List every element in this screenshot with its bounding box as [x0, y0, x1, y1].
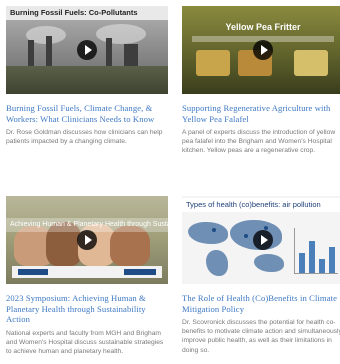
video-title-link[interactable]: Supporting Regenerative Agriculture with… [182, 103, 340, 124]
video-card[interactable]: Achieving Human & Planetary Health throu… [6, 196, 168, 356]
chart-bar [309, 241, 315, 273]
food-photo [196, 50, 230, 76]
thumbnail-caption: Yellow Pea Fritter [225, 22, 301, 32]
video-thumbnail[interactable]: Burning Fossil Fuels: Co-Pollutants [6, 6, 168, 94]
mini-bar-chart [294, 228, 338, 274]
play-icon[interactable] [77, 230, 97, 250]
video-description: Dr. Scovronick discusses the potential f… [182, 319, 340, 354]
map-region [254, 254, 284, 272]
video-description: National experts and faculty from MGH an… [6, 329, 164, 355]
video-thumbnail[interactable]: Achieving Human & Planetary Health throu… [6, 196, 168, 284]
video-description: Dr. Rose Goldman discusses how clinician… [6, 129, 163, 146]
video-thumbnail[interactable]: Types of health (co)benefits: air pollut… [182, 196, 340, 284]
video-card[interactable]: Yellow Pea Fritter Supporting Regenerati… [182, 6, 340, 156]
food-photo [294, 50, 328, 76]
video-description: A panel of experts discuss the introduct… [182, 129, 336, 155]
video-thumbnail[interactable]: Yellow Pea Fritter [182, 6, 340, 94]
thumbnail-caption: Burning Fossil Fuels: Co-Pollutants [6, 6, 168, 20]
map-marker [244, 234, 248, 238]
video-title-link[interactable]: Burning Fossil Fuels, Climate Change, & … [6, 103, 168, 124]
chart-bar [299, 253, 305, 273]
map-region [188, 222, 228, 244]
play-icon[interactable] [77, 40, 97, 60]
hand-image [110, 226, 150, 266]
thumbnail-caption: Types of health (co)benefits: air pollut… [182, 198, 340, 212]
video-grid: Burning Fossil Fuels: Co-Pollutants Burn… [0, 0, 340, 364]
smokestack [46, 36, 52, 68]
video-card[interactable]: Burning Fossil Fuels: Co-Pollutants Burn… [6, 6, 168, 146]
map-marker [212, 228, 216, 232]
video-card[interactable]: Types of health (co)benefits: air pollut… [182, 196, 340, 355]
hospital-logo [124, 269, 156, 275]
map-region [206, 250, 228, 276]
play-icon[interactable] [253, 230, 273, 250]
hospital-logo [18, 269, 48, 275]
chart-bar [319, 259, 325, 273]
smoke-plume [96, 24, 146, 44]
chart-bar [329, 247, 335, 273]
video-title-link[interactable]: The Role of Health (Co)Benefits in Clima… [182, 293, 340, 314]
smokestack [106, 38, 112, 68]
play-icon[interactable] [253, 40, 273, 60]
thumbnail-ground [6, 66, 168, 94]
smokestack [28, 40, 34, 68]
video-title-link[interactable]: 2023 Symposium: Achieving Human & Planet… [6, 293, 168, 325]
cooling-tower [124, 44, 138, 68]
